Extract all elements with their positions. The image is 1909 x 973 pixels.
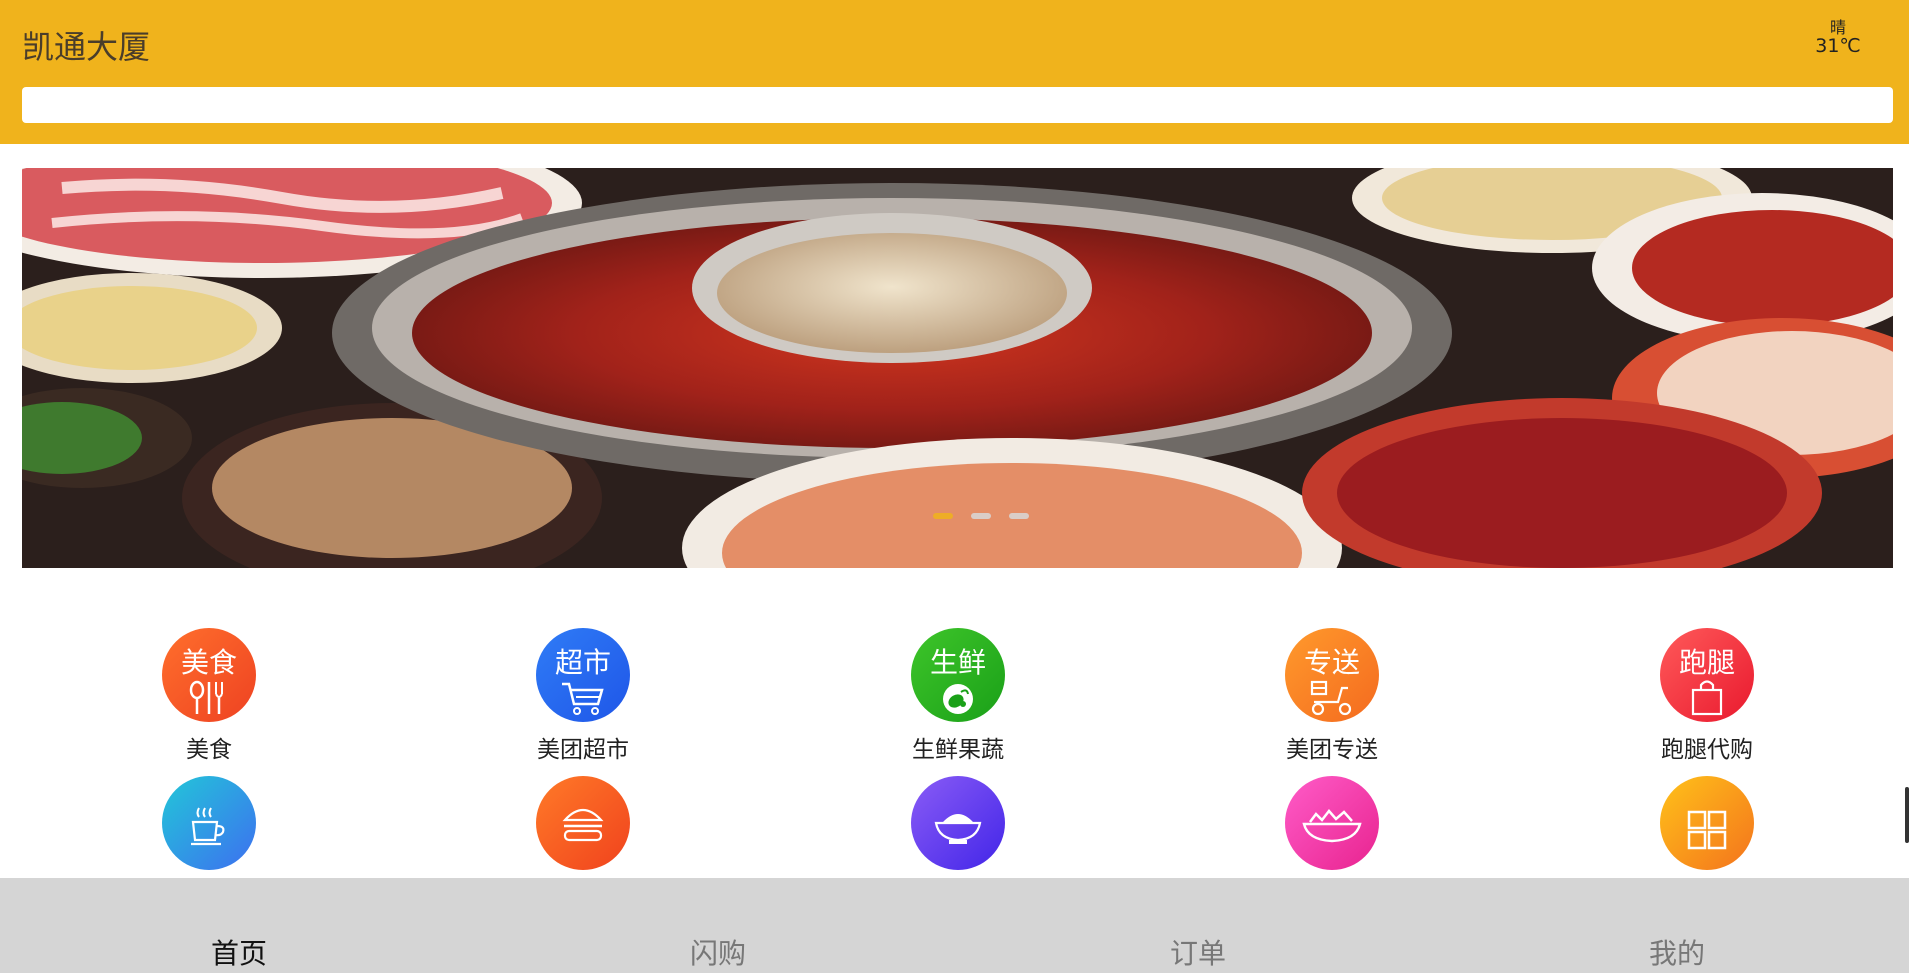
burger-badge [536, 776, 630, 870]
weather-widget: 晴 31℃ [1810, 19, 1866, 57]
category-drinks[interactable] [139, 776, 279, 870]
carousel-dot[interactable] [933, 513, 953, 519]
salad-bowl-icon [1302, 809, 1362, 843]
fork-spoon-icon [189, 680, 223, 714]
more-badge [1660, 776, 1754, 870]
fresh-badge: 生鲜 [911, 628, 1005, 722]
category-supermarket[interactable]: 超市 美团超市 [513, 628, 653, 764]
errand-badge: 跑腿 [1660, 628, 1754, 722]
category-more[interactable] [1637, 776, 1777, 870]
category-label: 生鲜果蔬 [912, 737, 1004, 763]
errand-badge-text: 跑腿 [1678, 646, 1735, 679]
fresh-badge-text: 生鲜 [929, 646, 986, 679]
vegetable-icon [943, 684, 973, 714]
tab-flash-buy[interactable]: 闪购 [638, 932, 798, 972]
rice-bowl-icon [934, 814, 982, 844]
hotpot-banner[interactable] [22, 168, 1893, 568]
supermarket-badge-text: 超市 [554, 646, 611, 679]
carousel-indicator[interactable] [933, 513, 1029, 519]
carousel-dot[interactable] [1009, 513, 1029, 519]
category-label: 美食 [186, 737, 232, 763]
weather-temperature: 31℃ [1815, 34, 1861, 57]
supermarket-badge: 超市 [536, 628, 630, 722]
search-input[interactable] [22, 87, 1893, 123]
hotpot-banner-image [22, 168, 1893, 568]
food-badge: 美食 [162, 628, 256, 722]
category-salad[interactable] [1262, 776, 1402, 870]
shopping-bag-icon [1691, 680, 1723, 716]
tab-home[interactable]: 首页 [159, 932, 319, 972]
rice-badge [911, 776, 1005, 870]
grid-icon [1687, 810, 1727, 850]
top-header: 凯通大厦 晴 31℃ [0, 0, 1909, 144]
scrollbar-thumb[interactable] [1905, 787, 1909, 843]
category-food[interactable]: 美食 美食 [139, 628, 279, 764]
food-badge-text: 美食 [180, 646, 237, 679]
category-errand[interactable]: 跑腿 跑腿代购 [1637, 628, 1777, 764]
burger-icon [562, 808, 604, 842]
category-fresh[interactable]: 生鲜 生鲜果蔬 [888, 628, 1028, 764]
coffee-cup-icon [191, 807, 225, 846]
bottom-tab-bar: 首页 闪购 订单 我的 [0, 878, 1909, 973]
carousel-dot[interactable] [971, 513, 991, 519]
drinks-badge [162, 776, 256, 870]
category-delivery[interactable]: 专送 美团专送 [1262, 628, 1402, 764]
location-title[interactable]: 凯通大厦 [22, 22, 150, 68]
category-rice[interactable] [888, 776, 1028, 870]
delivery-badge-text: 专送 [1303, 646, 1360, 679]
tab-profile[interactable]: 我的 [1597, 932, 1757, 972]
shopping-cart-icon [562, 682, 604, 715]
tab-orders[interactable]: 订单 [1118, 932, 1278, 972]
category-label: 美团超市 [537, 737, 629, 763]
category-label: 跑腿代购 [1661, 737, 1753, 763]
category-label: 美团专送 [1286, 737, 1378, 763]
salad-badge [1285, 776, 1379, 870]
category-burger[interactable] [513, 776, 653, 870]
delivery-badge: 专送 [1285, 628, 1379, 722]
scooter-icon [1310, 680, 1352, 716]
